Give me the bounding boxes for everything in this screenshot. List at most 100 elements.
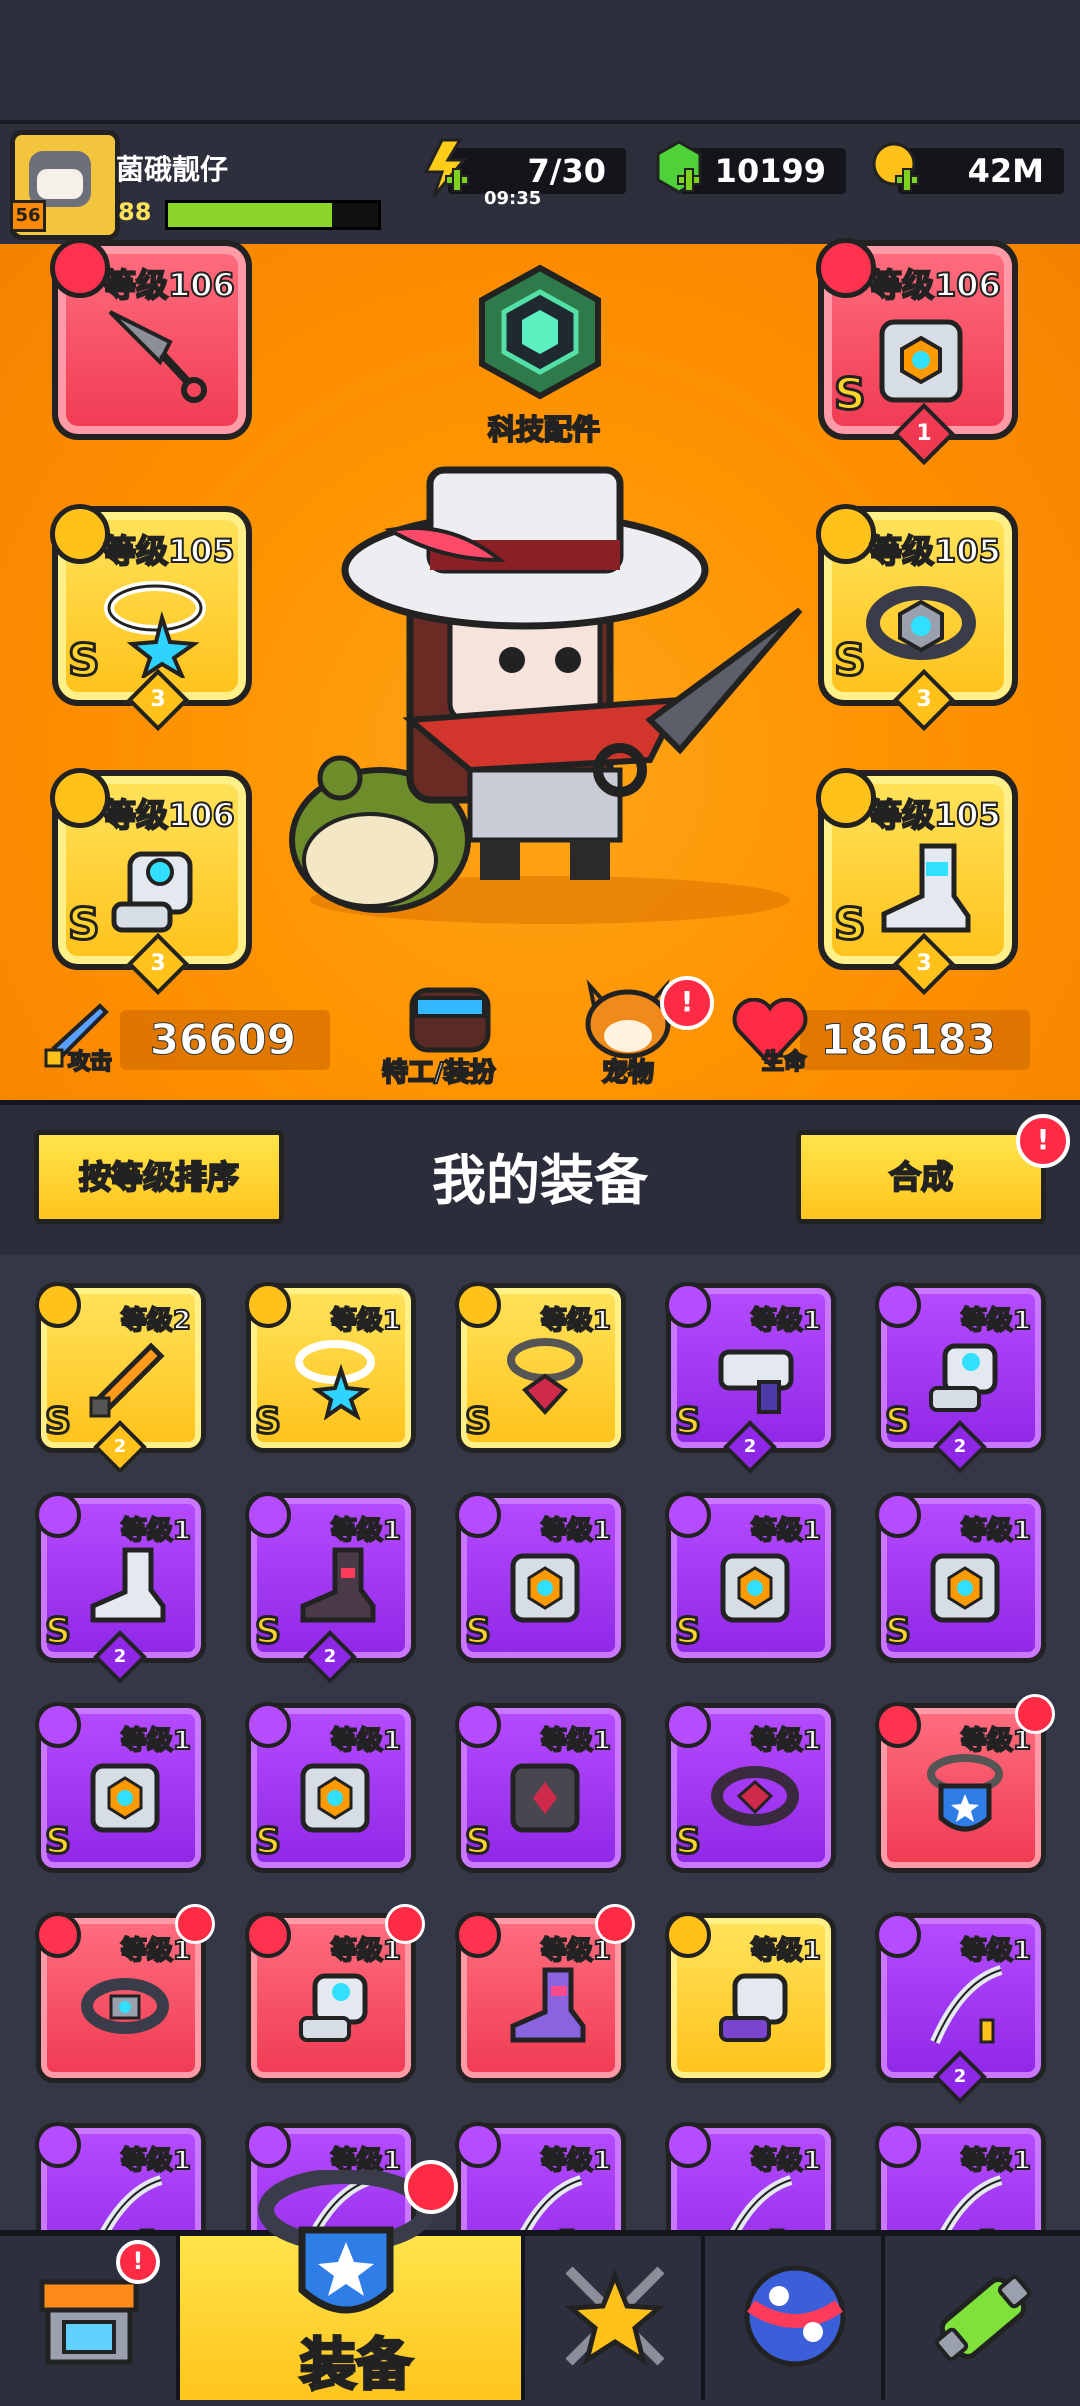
inventory-item[interactable]: 等级1 S <box>245 1702 416 1873</box>
item-level: 等级1 <box>540 1515 612 1547</box>
grade-s: S <box>464 1610 493 1654</box>
nav-events[interactable] <box>705 2236 885 2400</box>
grade-s: S <box>884 1400 913 1444</box>
item-type-icon <box>875 1282 921 1328</box>
item-level: 等级1 <box>540 1305 612 1337</box>
inventory-item[interactable]: 等级1 S <box>875 1492 1046 1663</box>
grade-s: S <box>254 1400 283 1444</box>
inventory-item[interactable]: 等级1 <box>35 1904 215 2083</box>
merge-button[interactable]: 合成 <box>796 1130 1046 1224</box>
pet-alert-badge: ! <box>660 976 714 1030</box>
stack-count: 2 <box>723 1420 777 1474</box>
inventory-item[interactable]: 等级1 S 2 <box>665 1282 836 1474</box>
blaster-gun-icon <box>718 1349 794 1414</box>
item-type-icon <box>35 1912 81 1958</box>
slot-level: 等级106 <box>103 265 236 305</box>
star-ball-icon <box>744 2265 846 2367</box>
hp-value: 186183 <box>820 1015 996 1065</box>
agent-helmet-icon[interactable] <box>402 980 498 1054</box>
hp-stat: 186183 <box>800 1010 1030 1070</box>
purple-gauntlet-icon <box>719 1973 788 2042</box>
item-type-icon <box>35 1282 81 1328</box>
item-level: 等级1 <box>750 1935 822 1967</box>
item-type-icon <box>35 1702 81 1748</box>
agent-outfit-label[interactable]: 特工/装扮 <box>381 1052 496 1089</box>
inventory-item[interactable]: 等级2 S 2 <box>35 1282 206 1474</box>
dna-capsule-icon <box>935 2275 1031 2361</box>
attack-value: 36609 <box>149 1015 296 1065</box>
item-level: 等级1 <box>120 2145 192 2177</box>
item-level: 等级1 <box>330 1725 402 1757</box>
inventory-item[interactable]: 等级1 S 2 <box>875 1282 1046 1474</box>
attack-stat: 36609 <box>120 1010 330 1070</box>
item-level: 等级1 <box>750 2145 822 2177</box>
equipped-armor-slot[interactable]: 等级106 S 1 <box>816 238 1018 466</box>
inventory-item[interactable]: 等级1 <box>875 2122 1046 2230</box>
item-level: 等级1 <box>120 1725 192 1757</box>
star-necklace-icon <box>295 1340 375 1420</box>
pet-label[interactable]: 宠物 <box>601 1052 655 1089</box>
item-type-icon <box>875 1702 921 1748</box>
cat-face-icon <box>29 151 91 207</box>
avatar-level-badge: 56 <box>10 200 46 232</box>
inventory-item[interactable]: 等级1 S <box>455 1492 626 1663</box>
item-level: 等级1 <box>330 1305 402 1337</box>
inventory-item[interactable]: 等级1 <box>875 1694 1055 1873</box>
item-level: 等级1 <box>330 1515 402 1547</box>
nav-battle[interactable] <box>525 2236 705 2400</box>
inventory-item[interactable]: 等级1 S 2 <box>35 1492 206 1684</box>
gauntlet-icon <box>929 1343 998 1412</box>
inventory-item[interactable]: 等级1 <box>455 2122 626 2230</box>
slot-level: 等级105 <box>103 531 236 571</box>
gem-counter[interactable]: 10199 <box>656 140 846 194</box>
item-level: 等级1 <box>960 2145 1032 2177</box>
inventory-item[interactable]: 等级1 <box>35 2122 206 2230</box>
inventory-item[interactable]: 等级1 S <box>665 1702 836 1873</box>
inventory-item[interactable]: 等级1 S <box>455 1702 626 1873</box>
inventory-item[interactable]: 等级1 <box>665 1912 836 2083</box>
item-type-icon <box>245 1702 291 1748</box>
hp-label: 生命 <box>761 1049 807 1076</box>
nav-lab[interactable] <box>885 2236 1080 2400</box>
item-type-icon <box>455 1492 501 1538</box>
inventory-item[interactable]: 等级1 S <box>455 1282 626 1453</box>
kunai-icon <box>108 310 207 403</box>
item-level: 等级1 <box>540 1725 612 1757</box>
inventory-item[interactable]: 等级1 <box>665 2122 836 2230</box>
armor-vest-icon <box>879 319 963 403</box>
inventory-item[interactable]: 等级1 <box>245 1904 425 2083</box>
grade-s: S <box>674 1400 703 1444</box>
nav-equipment-label: 装备 <box>299 2332 414 2400</box>
inventory-item[interactable]: 等级1 S 2 <box>245 1492 416 1684</box>
equipped-gloves-slot[interactable]: 等级106 S 3 <box>50 768 252 996</box>
necklace-type-icon <box>50 504 110 564</box>
inventory-item[interactable]: 等级1 S <box>35 1702 206 1873</box>
item-type-icon <box>35 2122 81 2168</box>
inventory-item[interactable]: 等级1 S <box>665 1492 836 1663</box>
tech-label: 科技配件 <box>487 412 601 447</box>
hexagon-gear-icon[interactable] <box>470 262 610 402</box>
inventory-item[interactable]: 等级1 S <box>245 1282 416 1453</box>
item-level: 等级1 <box>540 2145 612 2177</box>
item-type-icon <box>665 1702 711 1748</box>
item-type-icon <box>665 1282 711 1328</box>
armor-type-icon <box>816 238 876 298</box>
grade-s: S <box>884 1610 913 1654</box>
grade-s: S <box>674 1610 703 1654</box>
equipped-boots-slot[interactable]: 等级105 S 3 <box>816 768 1018 996</box>
armor-vest-icon <box>510 1553 580 1623</box>
equipped-belt-slot[interactable]: 等级105 S 3 <box>816 504 1018 732</box>
stack-count: 2 <box>933 1420 987 1474</box>
grade-s: S <box>254 1610 283 1654</box>
coin-counter[interactable]: 42M <box>872 142 1064 194</box>
stack-count: 2 <box>93 1420 147 1474</box>
armor-vest-icon <box>720 1553 790 1623</box>
inventory-item[interactable]: 等级1 <box>455 1904 635 2083</box>
equipped-weapon-slot[interactable]: 等级106 <box>50 238 252 440</box>
equipped-necklace-slot[interactable]: 等级105 S 3 <box>50 504 252 732</box>
gauntlet-icon <box>111 851 193 933</box>
hero-character[interactable] <box>270 460 830 930</box>
inventory-item[interactable]: 等级1 2 <box>875 1912 1046 2104</box>
player-level: 88 <box>118 198 152 226</box>
armor-vest-icon <box>930 1553 1000 1623</box>
